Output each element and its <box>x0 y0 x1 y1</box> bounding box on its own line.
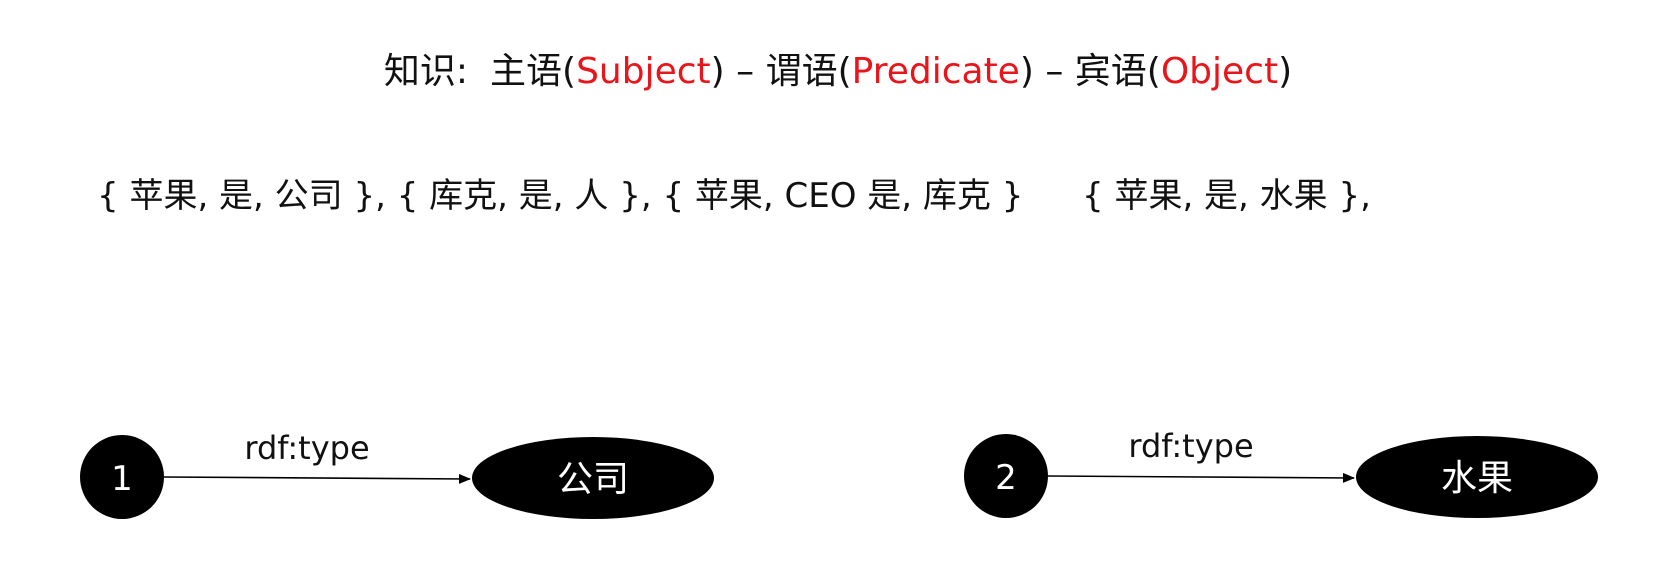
edge-label: rdf:type <box>1128 427 1253 465</box>
edge-arrow <box>163 473 471 484</box>
graph-1: 1 rdf:type 公司 <box>80 429 714 519</box>
graph-2: 2 rdf:type 水果 <box>964 427 1598 518</box>
target-label: 水果 <box>1441 458 1513 499</box>
node-label: 2 <box>995 458 1017 498</box>
node-label: 1 <box>111 459 133 499</box>
rdf-diagram: 1 rdf:type 公司 2 rdf:type 水果 <box>80 427 1598 519</box>
target-label: 公司 <box>557 459 629 500</box>
edge-arrow <box>1047 472 1355 483</box>
edge-label: rdf:type <box>244 429 369 467</box>
